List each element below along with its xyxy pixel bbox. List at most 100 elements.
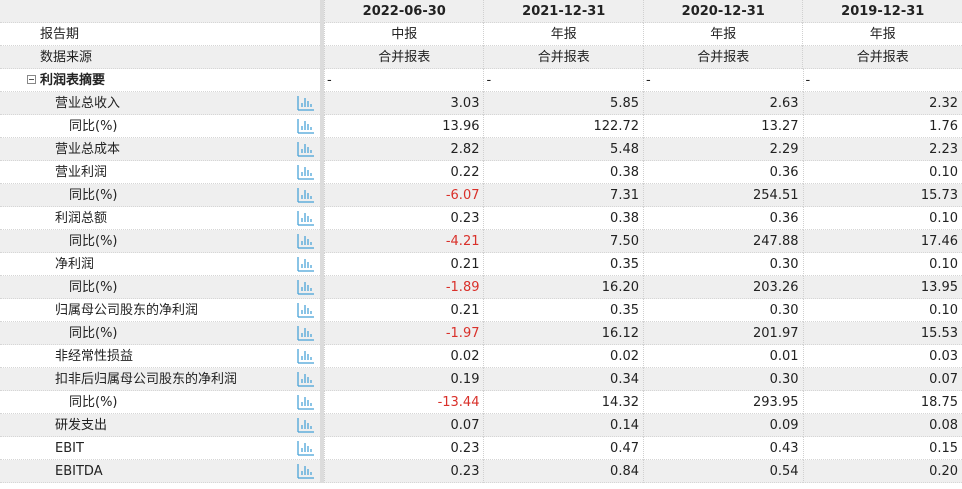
bar-chart-icon[interactable] [297,210,315,226]
header-corner [0,0,320,23]
bar-chart-icon[interactable] [297,256,315,272]
row-label: 同比(%) [69,326,118,341]
row-label-cell: 同比(%) [0,322,320,345]
bar-chart-icon[interactable] [297,394,315,410]
table-row: 2022-06-30 2021-12-31 2020-12-31 2019-12-31 [0,0,962,23]
value-cell: 0.03 [802,345,962,368]
value-cell: 0.84 [483,460,643,483]
value-cell: 2.29 [643,138,803,161]
bar-chart-icon[interactable] [297,233,315,249]
bar-chart-icon[interactable] [297,348,315,364]
value-cell: 0.38 [483,161,643,184]
value-cell: 5.85 [483,92,643,115]
value-cell: 0.23 [323,437,484,460]
report-period-label: 报告期 [40,27,80,42]
table-row: 营业总收入 3.03 5.85 2.63 2.32 [0,92,962,115]
income-statement-table: 2022-06-30 2021-12-31 2020-12-31 2019-12-31… [0,0,962,483]
value-cell: -6.07 [323,184,484,207]
row-label: 同比(%) [69,234,118,249]
data-source-label: 数据来源 [40,50,93,65]
value-cell: 0.10 [802,299,962,322]
table-row: 营业总成本 2.82 5.48 2.29 2.23 [0,138,962,161]
row-label: EBIT [55,441,84,456]
table-row: 同比(%) 13.96 122.72 13.27 1.76 [0,115,962,138]
table-row: 数据来源 合并报表 合并报表 合并报表 合并报表 [0,46,962,69]
table-row: 利润总额 0.23 0.38 0.36 0.10 [0,207,962,230]
value-cell: 18.75 [802,391,962,414]
value-cell: 247.88 [643,230,803,253]
value-cell: 15.73 [802,184,962,207]
value-cell: 0.08 [802,414,962,437]
value-cell: 7.50 [483,230,643,253]
value-cell: 0.20 [802,460,962,483]
bar-chart-icon[interactable] [297,141,315,157]
row-label: 营业总收入 [55,96,121,111]
value-cell: 13.27 [643,115,803,138]
table-row: 利润表摘要 - - - - [0,69,962,92]
bar-chart-icon[interactable] [297,440,315,456]
bar-chart-icon[interactable] [297,371,315,387]
value-cell: -1.97 [323,322,484,345]
value-cell: 13.96 [323,115,484,138]
data-source-label-cell: 数据来源 [0,46,320,69]
value-cell: 122.72 [483,115,643,138]
value-cell: 0.30 [643,299,803,322]
row-label-cell: 同比(%) [0,115,320,138]
value-cell: 5.48 [483,138,643,161]
table-row: 同比(%) -1.89 16.20 203.26 13.95 [0,276,962,299]
data-source-value: 合并报表 [802,46,962,69]
bar-chart-icon[interactable] [297,463,315,479]
bar-chart-icon[interactable] [297,187,315,203]
value-cell: 0.10 [802,161,962,184]
table-row: 研发支出 0.07 0.14 0.09 0.08 [0,414,962,437]
table-row: 归属母公司股东的净利润 0.21 0.35 0.30 0.10 [0,299,962,322]
date-header: 2019-12-31 [802,0,962,23]
value-cell: 0.02 [323,345,484,368]
bar-chart-icon[interactable] [297,164,315,180]
table-row: 同比(%) -13.44 14.32 293.95 18.75 [0,391,962,414]
row-label-cell: 营业总成本 [0,138,320,161]
value-cell: 17.46 [802,230,962,253]
date-header: 2021-12-31 [483,0,643,23]
row-label: 同比(%) [69,188,118,203]
row-label-cell: 营业利润 [0,161,320,184]
value-cell: 0.22 [323,161,484,184]
report-period-value: 中报 [323,23,484,46]
bar-chart-icon[interactable] [297,325,315,341]
value-cell: 16.12 [483,322,643,345]
value-cell: 0.38 [483,207,643,230]
table-row: EBITDA 0.23 0.84 0.54 0.20 [0,460,962,483]
section-value: - [323,69,484,92]
value-cell: 15.53 [802,322,962,345]
table-row: 净利润 0.21 0.35 0.30 0.10 [0,253,962,276]
value-cell: 0.36 [643,161,803,184]
row-label: 归属母公司股东的净利润 [55,303,199,318]
value-cell: 13.95 [802,276,962,299]
value-cell: 2.23 [802,138,962,161]
value-cell: 0.36 [643,207,803,230]
row-label-cell: 同比(%) [0,276,320,299]
data-source-value: 合并报表 [642,46,803,69]
row-label-cell: EBITDA [0,460,320,483]
row-label-cell: 同比(%) [0,230,320,253]
value-cell: 0.34 [483,368,643,391]
section-value: - [642,69,803,92]
bar-chart-icon[interactable] [297,118,315,134]
row-label: EBITDA [55,464,103,479]
bar-chart-icon[interactable] [297,95,315,111]
value-cell: 0.15 [802,437,962,460]
row-label: 营业总成本 [55,142,121,157]
row-label: 营业利润 [55,165,108,180]
bar-chart-icon[interactable] [297,417,315,433]
bar-chart-icon[interactable] [297,279,315,295]
table-row: 报告期 中报 年报 年报 年报 [0,23,962,46]
row-label-cell: EBIT [0,437,320,460]
value-cell: 0.07 [323,414,484,437]
bar-chart-icon[interactable] [297,302,315,318]
value-cell: 0.43 [643,437,803,460]
value-cell: 3.03 [323,92,484,115]
value-cell: -4.21 [323,230,484,253]
collapse-minus-icon[interactable] [27,75,36,84]
value-cell: 0.14 [483,414,643,437]
row-label-cell: 同比(%) [0,184,320,207]
